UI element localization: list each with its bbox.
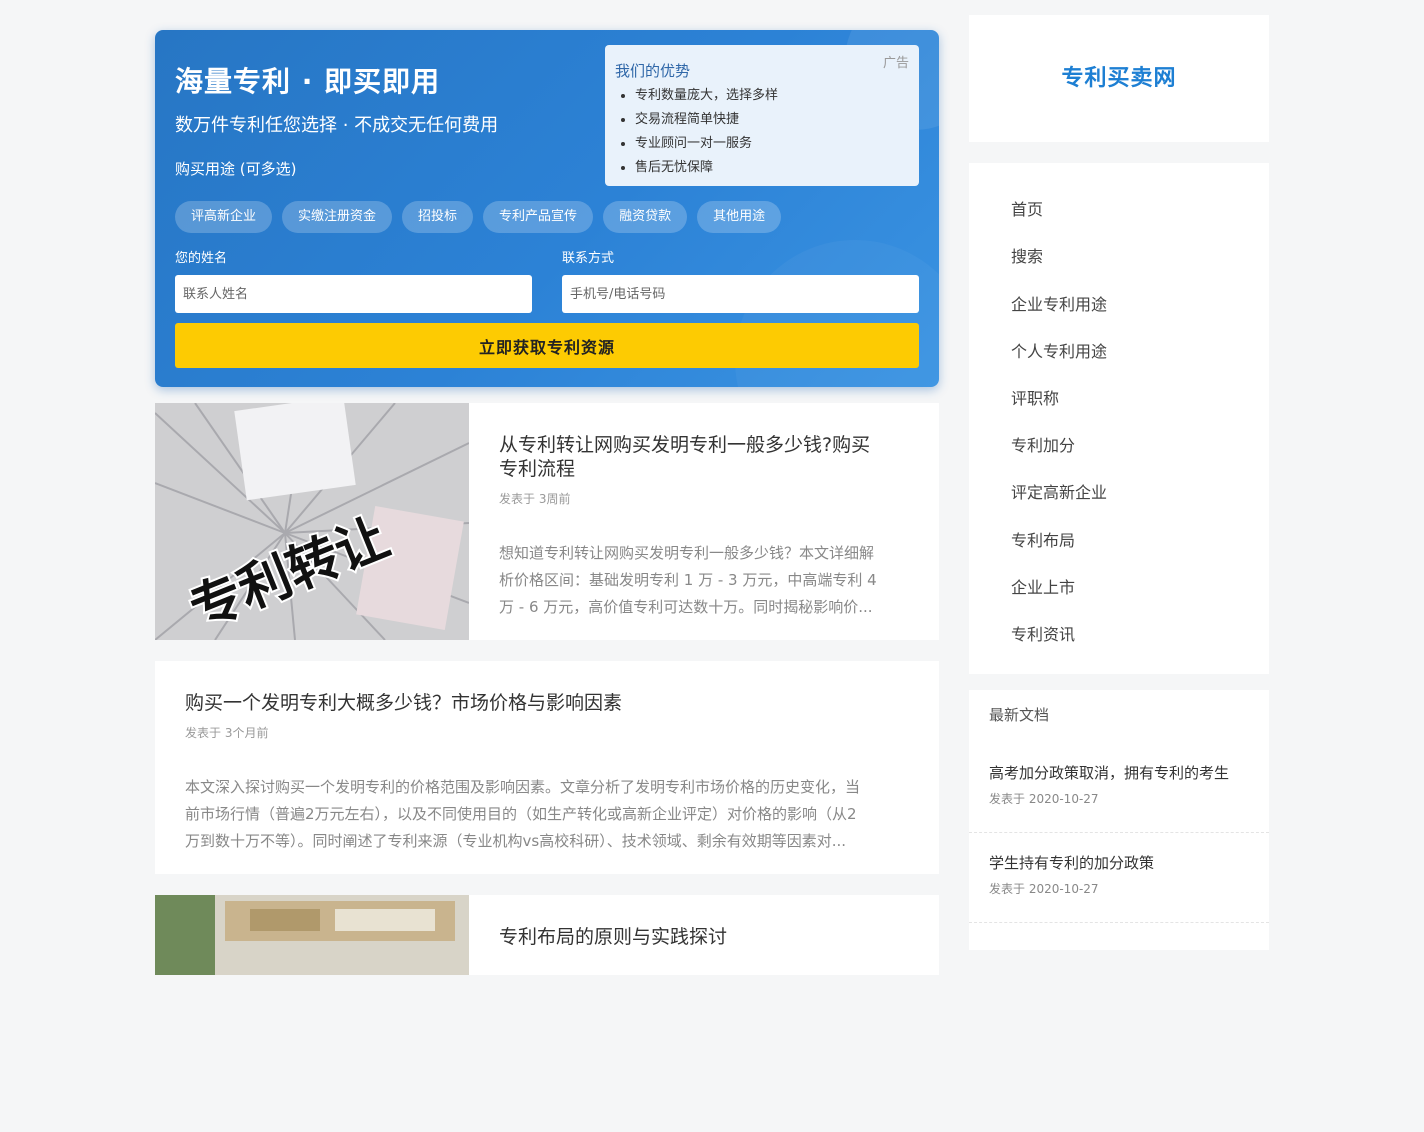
doc-title[interactable]: 高考加分政策取消，拥有专利的考生 xyxy=(989,762,1229,783)
name-field-group: 您的姓名 xyxy=(175,247,532,313)
article-title[interactable]: 从专利转让网购买发明专利一般多少钱?购买 专利流程 xyxy=(499,433,909,481)
doc-date: 发表于 2020-10-27 xyxy=(989,792,1099,806)
nav-item-patent-layout[interactable]: 专利布局 xyxy=(1011,527,1075,551)
advantage-item: 专业顾问一对一服务 xyxy=(635,132,778,156)
advantage-item: 交易流程简单快捷 xyxy=(635,108,778,132)
ad-label: 广告 xyxy=(882,56,909,71)
article-thumbnail[interactable] xyxy=(155,895,469,1132)
advantages-title: 我们的优势 xyxy=(615,62,691,80)
article-thumbnail[interactable]: 专利转让 xyxy=(155,403,469,640)
thumbnail-image xyxy=(155,895,469,975)
doc-date: 发表于 2020-10-27 xyxy=(989,882,1099,896)
advantages-box: 广告 我们的优势 专利数量庞大，选择多样 交易流程简单快捷 专业顾问一对一服务 … xyxy=(605,45,919,186)
latest-docs: 最新文档 高考加分政策取消，拥有专利的考生 发表于 2020-10-27 学生持… xyxy=(969,690,1269,950)
excerpt-line: 前市场行情（普遍2万元左右），以及不同使用目的（如生产转化或高新企业评定）对价格… xyxy=(185,805,857,823)
usage-label: 购买用途 (可多选) xyxy=(175,160,297,178)
get-resources-button[interactable]: 立即获取专利资源 xyxy=(175,323,919,368)
tag-registered-capital[interactable]: 实缴注册资金 xyxy=(282,201,393,233)
main-column: 海量专利 · 即买即用 数万件专利任您选择 · 不成交无任何费用 购买用途 (可… xyxy=(155,30,939,975)
logo-card: 专利买卖网 xyxy=(969,15,1269,142)
article-meta: 发表于 3周前 xyxy=(499,492,571,506)
nav-menu: 首页 搜索 企业专利用途 个人专利用途 评职称 专利加分 评定高新企业 专利布局… xyxy=(969,163,1269,674)
doc-item[interactable]: 学生持有专利的加分政策 发表于 2020-10-27 xyxy=(969,832,1269,923)
article-title-line[interactable]: 专利流程 xyxy=(499,457,909,481)
article-card[interactable]: 专利转让 从专利转让网购买发明专利一般多少钱?购买 专利流程 发表于 3周前 想… xyxy=(155,403,939,640)
tag-high-tech[interactable]: 评高新企业 xyxy=(175,201,273,233)
contact-input[interactable] xyxy=(562,275,919,313)
tag-product-promotion[interactable]: 专利产品宣传 xyxy=(483,201,594,233)
nav-item-enterprise-use[interactable]: 企业专利用途 xyxy=(1011,291,1107,315)
advantages-list: 专利数量庞大，选择多样 交易流程简单快捷 专业顾问一对一服务 售后无忧保障 xyxy=(615,84,778,180)
article-title[interactable]: 专利布局的原则与实践探讨 xyxy=(499,925,727,949)
name-input[interactable] xyxy=(175,275,532,313)
promo-banner: 海量专利 · 即买即用 数万件专利任您选择 · 不成交无任何费用 购买用途 (可… xyxy=(155,30,939,387)
advantage-item: 售后无忧保障 xyxy=(635,156,778,180)
name-label: 您的姓名 xyxy=(175,251,228,266)
excerpt-line: 万到数十万不等）。同时阐述了专利来源（专业机构vs高校科研）、技术领域、剩余有效… xyxy=(185,832,847,850)
article-meta: 发表于 3个月前 xyxy=(185,726,269,740)
nav-item-home[interactable]: 首页 xyxy=(1011,196,1043,220)
nav-item-ipo[interactable]: 企业上市 xyxy=(1011,574,1075,598)
tag-financing-loan[interactable]: 融资贷款 xyxy=(603,201,688,233)
excerpt-line: 万 - 6 万元，高价值专利可达数十万。同时揭秘影响价... xyxy=(499,598,873,616)
excerpt-line: 本文深入探讨购买一个发明专利的价格范围及影响因素。文章分析了发明专利市场价格的历… xyxy=(185,778,861,796)
article-title[interactable]: 购买一个发明专利大概多少钱？市场价格与影响因素 xyxy=(185,691,622,715)
promo-title: 海量专利 · 即买即用 xyxy=(175,65,441,98)
article-excerpt: 本文深入探讨购买一个发明专利的价格范围及影响因素。文章分析了发明专利市场价格的历… xyxy=(185,774,925,855)
excerpt-line: 析价格区间：基础发明专利 1 万 - 3 万元，中高端专利 4 xyxy=(499,571,877,589)
contact-label: 联系方式 xyxy=(562,251,615,266)
article-card[interactable]: 购买一个发明专利大概多少钱？市场价格与影响因素 发表于 3个月前 本文深入探讨购… xyxy=(155,661,939,874)
doc-title[interactable]: 学生持有专利的加分政策 xyxy=(989,852,1154,873)
article-card[interactable]: 专利布局的原则与实践探讨 xyxy=(155,895,939,975)
doc-item[interactable]: 高考加分政策取消，拥有专利的考生 发表于 2020-10-27 xyxy=(969,742,1269,833)
nav-item-patent-news[interactable]: 专利资讯 xyxy=(1011,621,1075,645)
nav-item-patent-bonus[interactable]: 专利加分 xyxy=(1011,432,1075,456)
nav-item-personal-use[interactable]: 个人专利用途 xyxy=(1011,338,1107,362)
promo-subtitle: 数万件专利任您选择 · 不成交无任何费用 xyxy=(175,115,499,136)
excerpt-line: 想知道专利转让网购买发明专利一般多少钱？本文详细解 xyxy=(499,544,875,562)
latest-docs-title: 最新文档 xyxy=(989,706,1050,724)
tag-bidding[interactable]: 招投标 xyxy=(402,201,474,233)
article-title-line[interactable]: 从专利转让网购买发明专利一般多少钱?购买 xyxy=(499,433,909,457)
article-excerpt: 想知道专利转让网购买发明专利一般多少钱？本文详细解 析价格区间：基础发明专利 1… xyxy=(499,540,914,621)
page: 海量专利 · 即买即用 数万件专利任您选择 · 不成交无任何费用 购买用途 (可… xyxy=(0,0,1424,975)
advantage-item: 专利数量庞大，选择多样 xyxy=(635,84,778,108)
tag-other-use[interactable]: 其他用途 xyxy=(697,201,782,233)
usage-tags: 评高新企业 实缴注册资金 招投标 专利产品宣传 融资贷款 其他用途 xyxy=(175,201,782,233)
thumbnail-image: 专利转让 xyxy=(155,403,469,640)
site-logo[interactable]: 专利买卖网 xyxy=(969,60,1269,92)
nav-item-high-tech[interactable]: 评定高新企业 xyxy=(1011,479,1107,503)
nav-item-professional-title[interactable]: 评职称 xyxy=(1011,385,1059,409)
contact-field-group: 联系方式 xyxy=(562,247,919,313)
nav-item-search[interactable]: 搜索 xyxy=(1011,243,1043,267)
